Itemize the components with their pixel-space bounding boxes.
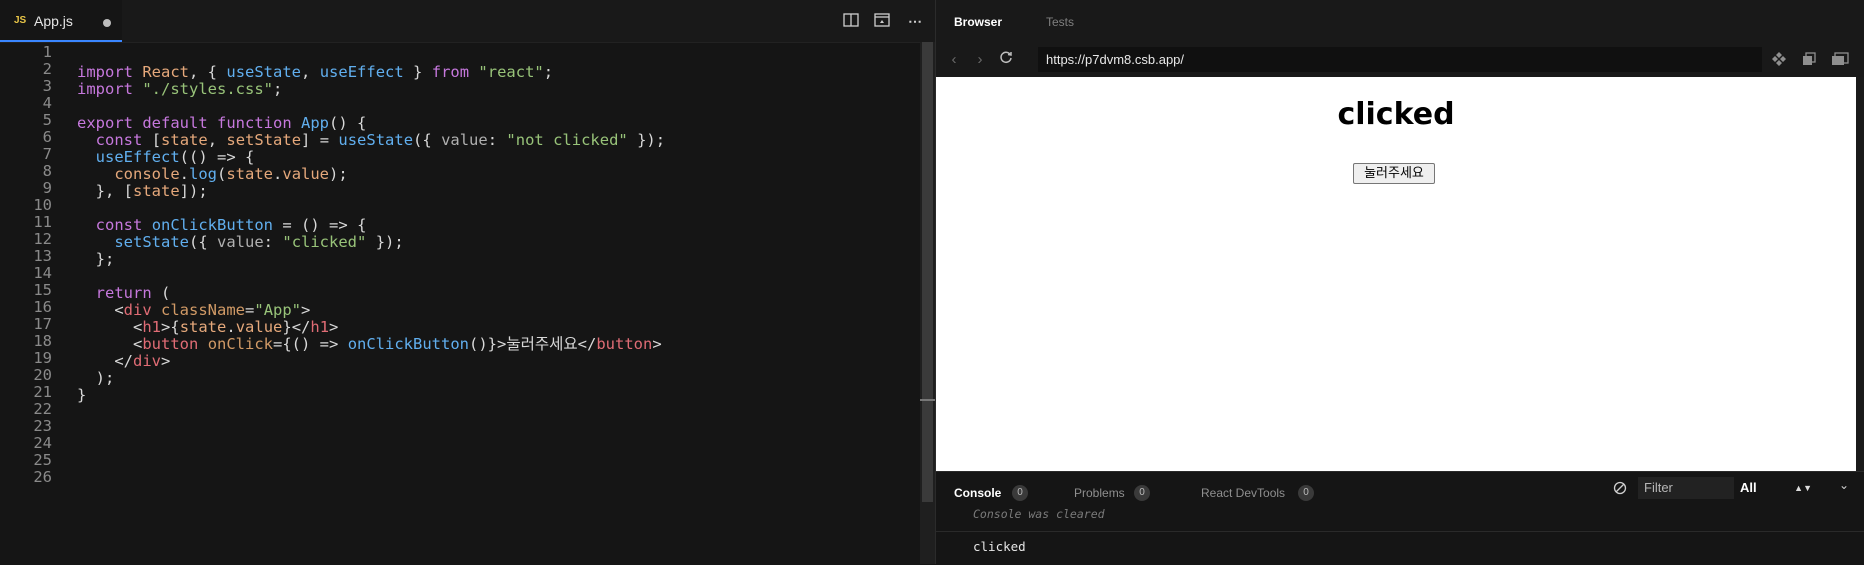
open-preview-icon[interactable]	[873, 13, 891, 29]
line-number: 26	[33, 468, 52, 486]
tab-react-devtools[interactable]: React DevTools	[1201, 486, 1285, 500]
tab-app-js[interactable]: JS App.js	[0, 0, 122, 42]
editor-scrollbar-thumb[interactable]	[922, 42, 933, 502]
split-editor-icon[interactable]	[842, 13, 860, 29]
preview-scrollbar[interactable]	[1856, 77, 1864, 471]
chevron-down-icon[interactable]: ⌄	[1839, 478, 1849, 492]
log-level-value: All	[1740, 480, 1757, 495]
console-cleared-message: Console was cleared	[973, 507, 1105, 521]
select-arrows-icon: ▲▼	[1794, 483, 1812, 493]
console-panel: Console 0 Problems 0 React DevTools 0 Fi…	[936, 471, 1864, 565]
clear-console-icon[interactable]	[1613, 481, 1627, 498]
layout-toggle-icon[interactable]	[1831, 51, 1849, 69]
console-log-entry: clicked	[973, 539, 1026, 554]
unsaved-dot-icon[interactable]	[103, 19, 111, 27]
preview-pane: Browser Tests ‹ › https://p7dvm8.csb.app…	[936, 0, 1864, 565]
tab-filename: App.js	[34, 13, 73, 29]
log-level-select[interactable]: All ▲▼	[1740, 477, 1818, 499]
tab-console[interactable]: Console	[954, 486, 1001, 500]
open-new-window-icon[interactable]	[1800, 51, 1818, 69]
devtools-count-badge: 0	[1298, 485, 1314, 501]
more-options-icon[interactable]: ⋯	[906, 13, 924, 29]
browser-navbar: ‹ › https://p7dvm8.csb.app/	[936, 44, 1864, 77]
click-me-button[interactable]: 눌러주세요	[1353, 163, 1435, 184]
js-file-icon: JS	[14, 15, 27, 26]
editor-tab-bar: JS App.js ⋯	[0, 0, 935, 43]
console-filter-input[interactable]: Filter	[1638, 477, 1734, 499]
forward-icon[interactable]: ›	[970, 50, 990, 70]
scrollbar-marker	[920, 399, 935, 401]
preview-tab-bar: Browser Tests	[936, 0, 1864, 44]
refresh-icon[interactable]	[996, 50, 1016, 70]
tab-browser[interactable]: Browser	[954, 15, 1002, 29]
problems-count-badge: 0	[1134, 485, 1150, 501]
code-editor[interactable]: JS App.js ⋯ 1 import React, { useState, …	[0, 0, 935, 564]
console-count-badge: 0	[1012, 485, 1028, 501]
browser-preview[interactable]: clicked 눌러주세요	[936, 77, 1856, 471]
code-area[interactable]: 1 import React, { useState, useEffect } …	[0, 42, 920, 564]
devtools-icon[interactable]	[1770, 51, 1788, 69]
url-input[interactable]: https://p7dvm8.csb.app/	[1038, 47, 1762, 72]
console-separator	[936, 531, 1864, 532]
tab-problems[interactable]: Problems	[1074, 486, 1125, 500]
back-icon[interactable]: ‹	[944, 50, 964, 70]
tab-tests[interactable]: Tests	[1046, 15, 1074, 29]
preview-heading: clicked	[1337, 97, 1455, 132]
